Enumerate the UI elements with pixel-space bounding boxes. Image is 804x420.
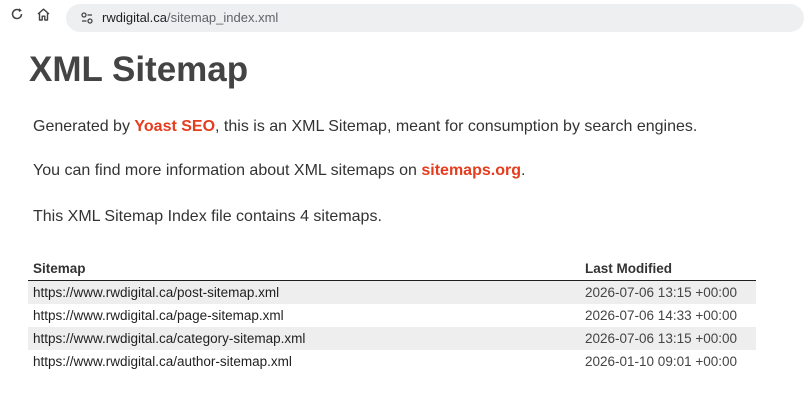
url-host: rwdigital.ca bbox=[102, 10, 168, 25]
more-info-text: You can find more information about XML … bbox=[33, 162, 525, 180]
table-header-row: Sitemap Last Modified bbox=[28, 256, 756, 281]
generated-prefix: Generated by bbox=[33, 118, 135, 135]
sitemap-link[interactable]: https://www.rwdigital.ca/author-sitemap.… bbox=[33, 354, 292, 369]
browser-toolbar: rwdigital.ca/sitemap_index.xml bbox=[0, 0, 804, 44]
table-row: https://www.rwdigital.ca/page-sitemap.xm… bbox=[28, 304, 756, 327]
table-row: https://www.rwdigital.ca/post-sitemap.xm… bbox=[28, 280, 756, 304]
page-title: XML Sitemap bbox=[29, 50, 249, 89]
info-suffix: . bbox=[520, 162, 526, 179]
generated-by-text: Generated by Yoast SEO, this is an XML S… bbox=[33, 118, 697, 136]
generated-suffix: , this is an XML Sitemap, meant for cons… bbox=[215, 118, 698, 135]
last-modified-cell: 2026-01-10 09:01 +00:00 bbox=[585, 354, 738, 369]
yoast-seo-link[interactable]: Yoast SEO bbox=[134, 118, 215, 135]
sitemaps-org-link[interactable]: sitemaps.org bbox=[421, 162, 521, 179]
column-header-last-modified: Last Modified bbox=[580, 256, 756, 281]
tune-icon[interactable] bbox=[79, 10, 95, 26]
info-prefix: You can find more information about XML … bbox=[33, 162, 422, 179]
sitemap-link[interactable]: https://www.rwdigital.ca/page-sitemap.xm… bbox=[33, 308, 284, 323]
home-icon[interactable] bbox=[34, 5, 52, 23]
last-modified-cell: 2026-07-06 13:15 +00:00 bbox=[580, 327, 756, 350]
url-text: rwdigital.ca/sitemap_index.xml bbox=[102, 10, 278, 25]
url-path: /sitemap_index.xml bbox=[167, 10, 279, 25]
table-row: https://www.rwdigital.ca/category-sitema… bbox=[28, 327, 756, 350]
last-modified-cell: 2026-07-06 13:15 +00:00 bbox=[580, 280, 756, 304]
reload-icon[interactable] bbox=[8, 5, 26, 23]
sitemap-link[interactable]: https://www.rwdigital.ca/category-sitema… bbox=[33, 331, 305, 346]
last-modified-cell: 2026-07-06 14:33 +00:00 bbox=[585, 308, 738, 323]
address-bar[interactable]: rwdigital.ca/sitemap_index.xml bbox=[66, 4, 804, 32]
sitemap-link[interactable]: https://www.rwdigital.ca/post-sitemap.xm… bbox=[33, 285, 279, 300]
sitemap-count-text: This XML Sitemap Index file contains 4 s… bbox=[33, 208, 382, 225]
sitemap-table: Sitemap Last Modified https://www.rwdigi… bbox=[28, 256, 756, 373]
table-row: https://www.rwdigital.ca/author-sitemap.… bbox=[28, 350, 756, 373]
column-header-sitemap: Sitemap bbox=[28, 256, 580, 281]
